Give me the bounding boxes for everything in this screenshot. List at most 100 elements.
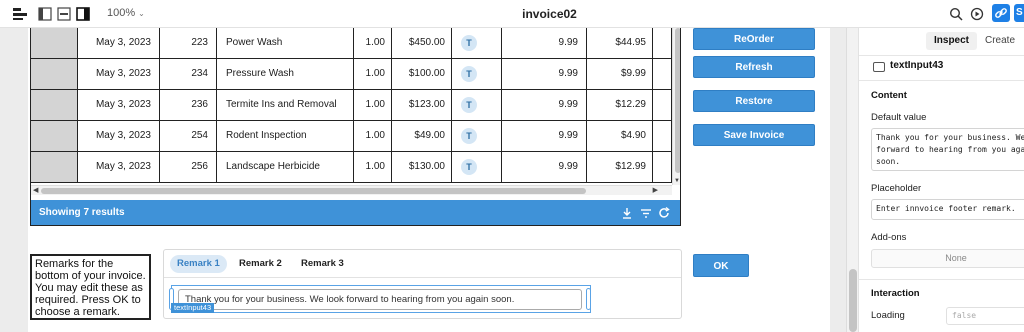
cell-item-id[interactable]: 236 <box>160 90 217 120</box>
scroll-right-arrow-icon[interactable]: ▶ <box>653 186 658 194</box>
cell-tax-rate[interactable]: 9.99 <box>502 152 587 182</box>
cell-quantity[interactable]: 1.00 <box>354 121 392 151</box>
filter-icon[interactable] <box>639 206 653 220</box>
cell-quantity[interactable]: 1.00 <box>354 59 392 89</box>
scrollbar-thumb[interactable] <box>849 269 857 332</box>
app-menu-icon[interactable] <box>13 7 27 21</box>
cell-quantity[interactable]: 1.00 <box>354 28 392 58</box>
cell-description[interactable]: Termite Ins and Removal <box>217 90 354 120</box>
zoom-value: 100% <box>107 7 136 19</box>
cell-tax-rate[interactable]: 9.99 <box>502 121 587 151</box>
cell-tax-rate[interactable]: 9.99 <box>502 59 587 89</box>
cell-item-id[interactable]: 223 <box>160 28 217 58</box>
left-panel-toggle-icon[interactable] <box>38 7 52 21</box>
table-row[interactable]: May 3, 2023 236 Termite Ins and Removal 1.0… <box>31 90 680 121</box>
scroll-left-arrow-icon[interactable]: ◀ <box>33 186 38 194</box>
cell-item-id[interactable]: 256 <box>160 152 217 182</box>
table-row[interactable]: May 3, 2023 256 Landscape Herbicide 1.00 $13… <box>31 152 680 183</box>
default-value-label: Default value <box>871 112 927 123</box>
table-footer: Showing 7 results <box>31 200 680 225</box>
tab-inspect[interactable]: Inspect <box>926 32 978 50</box>
cell-date[interactable]: May 3, 2023 <box>78 90 160 120</box>
save-button[interactable]: S <box>1014 4 1024 22</box>
reorder-button[interactable]: ReOrder <box>693 28 815 50</box>
cell-date[interactable]: May 3, 2023 <box>78 152 160 182</box>
cell-price[interactable]: $450.00 <box>392 28 452 58</box>
restore-button[interactable]: Restore <box>693 90 815 112</box>
cell-empty[interactable] <box>653 152 672 182</box>
cell-description[interactable]: Rodent Inspection <box>217 121 354 151</box>
scrollbar-thumb[interactable] <box>675 28 680 173</box>
cell-date[interactable]: May 3, 2023 <box>78 59 160 89</box>
cell-tax[interactable]: T <box>452 90 502 120</box>
row-selector[interactable] <box>31 121 78 151</box>
table-row[interactable]: May 3, 2023 254 Rodent Inspection 1.00 $49.0… <box>31 121 680 152</box>
placeholder-field[interactable]: Enter innvoice footer remark. <box>871 199 1024 220</box>
cell-price[interactable]: $130.00 <box>392 152 452 182</box>
cell-empty[interactable] <box>653 59 672 89</box>
cell-date[interactable]: May 3, 2023 <box>78 28 160 58</box>
table-horizontal-scrollbar[interactable]: ◀ ▶ <box>31 185 672 195</box>
cell-tax[interactable]: T <box>452 121 502 151</box>
refresh-button[interactable]: Refresh <box>693 56 815 78</box>
addons-field[interactable]: None <box>871 249 1024 268</box>
cell-description[interactable]: Landscape Herbicide <box>217 152 354 182</box>
cell-empty[interactable] <box>653 121 672 151</box>
cell-tax-rate[interactable]: 9.99 <box>502 90 587 120</box>
cell-empty[interactable] <box>653 28 672 58</box>
tab-create[interactable]: Create <box>977 32 1023 50</box>
cell-tax-rate[interactable]: 9.99 <box>502 28 587 58</box>
cell-tax[interactable]: T <box>452 28 502 58</box>
remark-text-input[interactable]: Thank you for your business. We look for… <box>178 289 582 310</box>
zoom-selector[interactable]: 100% ⌄ <box>107 7 145 19</box>
cell-tax[interactable]: T <box>452 59 502 89</box>
table-row[interactable]: May 3, 2023 223 Power Wash 1.00 $450.00 T 9.99… <box>31 28 680 59</box>
cell-item-id[interactable]: 254 <box>160 121 217 151</box>
tax-badge: T <box>461 97 477 113</box>
cell-quantity[interactable]: 1.00 <box>354 152 392 182</box>
refresh-icon[interactable] <box>657 206 671 220</box>
cell-tax-amount[interactable]: $4.90 <box>587 121 653 151</box>
cell-description[interactable]: Power Wash <box>217 28 354 58</box>
cell-price[interactable]: $49.00 <box>392 121 452 151</box>
preview-icon[interactable] <box>970 7 984 21</box>
tab-remark-2[interactable]: Remark 2 <box>232 255 289 273</box>
tab-remark-1[interactable]: Remark 1 <box>170 255 227 273</box>
search-icon[interactable] <box>949 7 963 21</box>
default-value-field[interactable]: Thank you for your business. We look for… <box>871 128 1024 171</box>
cell-price[interactable]: $123.00 <box>392 90 452 120</box>
cell-tax-amount[interactable]: $44.95 <box>587 28 653 58</box>
cell-tax[interactable]: T <box>452 152 502 182</box>
resize-handle-right[interactable] <box>586 288 591 310</box>
cell-item-id[interactable]: 234 <box>160 59 217 89</box>
section-content-heading[interactable]: Content <box>871 90 907 101</box>
table-vertical-scrollbar[interactable]: ▼ <box>672 28 680 185</box>
inspector-panel: Inspect Create textInput43 Content Defau… <box>858 28 1024 332</box>
cell-tax-amount[interactable]: $12.29 <box>587 90 653 120</box>
loading-field[interactable]: false <box>946 307 1024 325</box>
section-interaction-heading[interactable]: Interaction <box>871 288 920 299</box>
scrollbar-thumb[interactable] <box>41 188 586 194</box>
bottom-panel-toggle-icon[interactable] <box>57 7 71 21</box>
row-selector[interactable] <box>31 28 78 58</box>
cell-date[interactable]: May 3, 2023 <box>78 121 160 151</box>
scroll-down-arrow-icon[interactable]: ▼ <box>674 178 680 184</box>
row-selector[interactable] <box>31 90 78 120</box>
cell-tax-amount[interactable]: $12.99 <box>587 152 653 182</box>
row-selector[interactable] <box>31 59 78 89</box>
component-name[interactable]: textInput43 <box>890 60 943 71</box>
table-row[interactable]: May 3, 2023 234 Pressure Wash 1.00 $100.00 T 9… <box>31 59 680 90</box>
cell-price[interactable]: $100.00 <box>392 59 452 89</box>
download-icon[interactable] <box>620 206 634 220</box>
cell-description[interactable]: Pressure Wash <box>217 59 354 89</box>
canvas-vertical-scrollbar[interactable] <box>846 28 858 332</box>
share-link-button[interactable] <box>992 4 1010 22</box>
right-panel-toggle-icon[interactable] <box>76 7 90 21</box>
row-selector[interactable] <box>31 152 78 182</box>
cell-tax-amount[interactable]: $9.99 <box>587 59 653 89</box>
cell-empty[interactable] <box>653 90 672 120</box>
save-invoice-button[interactable]: Save Invoice <box>693 124 815 146</box>
ok-button[interactable]: OK <box>693 254 749 277</box>
cell-quantity[interactable]: 1.00 <box>354 90 392 120</box>
tab-remark-3[interactable]: Remark 3 <box>294 255 351 273</box>
